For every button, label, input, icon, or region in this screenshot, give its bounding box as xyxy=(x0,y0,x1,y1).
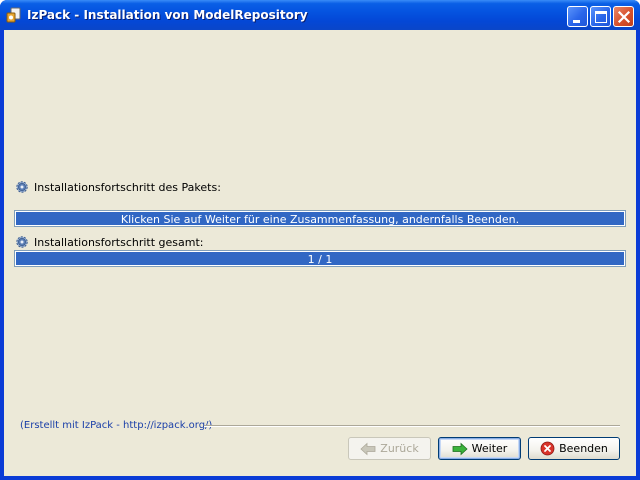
izpack-app-icon xyxy=(6,7,21,23)
next-button-label: Weiter xyxy=(471,442,508,455)
quit-icon xyxy=(540,441,555,456)
pack-progress-bar: Klicken Sie auf Weiter für eine Zusammen… xyxy=(14,210,626,227)
quit-button[interactable]: Beenden xyxy=(528,437,620,460)
window-title: IzPack - Installation von ModelRepositor… xyxy=(27,8,308,22)
installer-window: IzPack - Installation von ModelRepositor… xyxy=(0,0,640,480)
minimize-icon xyxy=(573,20,580,23)
pack-progress-text: Klicken Sie auf Weiter für eine Zusammen… xyxy=(120,213,520,226)
pack-progress-label-row: Installationsfortschritt des Pakets: xyxy=(15,180,221,194)
pack-progress-label: Installationsfortschritt des Pakets: xyxy=(34,180,221,194)
gear-icon xyxy=(16,181,28,193)
back-button[interactable]: Zurück xyxy=(348,437,431,460)
installer-content: Installationsfortschritt des Pakets: Kli… xyxy=(4,30,636,476)
next-button[interactable]: Weiter xyxy=(438,437,521,460)
back-button-label: Zurück xyxy=(380,442,419,455)
maximize-button[interactable] xyxy=(590,6,611,27)
next-arrow-icon xyxy=(452,442,468,455)
close-window-button[interactable] xyxy=(613,6,634,27)
overall-progress-bar: 1 / 1 xyxy=(14,250,626,267)
credits-text: (Erstellt mit IzPack - http://izpack.org… xyxy=(20,420,213,431)
title-bar[interactable]: IzPack - Installation von ModelRepositor… xyxy=(0,0,640,30)
maximize-icon xyxy=(595,11,607,23)
back-arrow-icon xyxy=(360,442,376,455)
minimize-button[interactable] xyxy=(567,6,588,27)
gear-icon xyxy=(16,236,28,248)
footer-divider xyxy=(204,425,620,427)
overall-progress-label: Installationsfortschritt gesamt: xyxy=(34,235,204,249)
overall-progress-text: 1 / 1 xyxy=(307,253,333,266)
close-icon xyxy=(617,10,631,24)
quit-button-label: Beenden xyxy=(559,442,608,455)
overall-progress-label-row: Installationsfortschritt gesamt: xyxy=(15,235,204,249)
